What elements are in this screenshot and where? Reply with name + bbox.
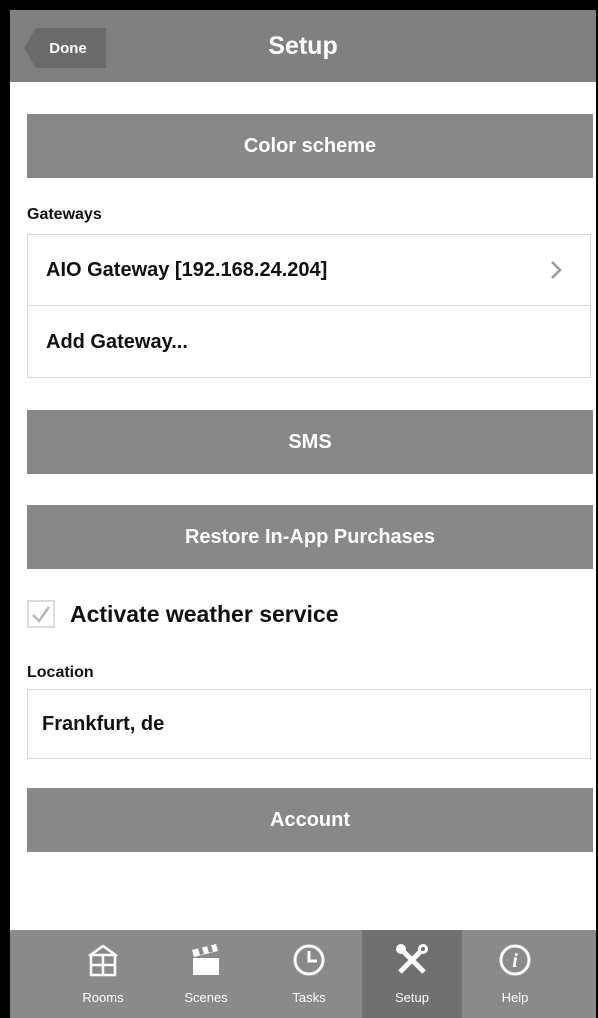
tab-tasks[interactable]: Tasks — [259, 930, 359, 1018]
info-icon: i — [499, 944, 531, 976]
weather-checkbox[interactable] — [27, 600, 55, 628]
tools-icon — [396, 944, 428, 974]
weather-service-label: Activate weather service — [70, 601, 339, 627]
gateway-item-label: AIO Gateway [192.168.24.204] — [46, 258, 328, 281]
house-icon — [88, 944, 118, 977]
setup-screen: Setup Done Color scheme Gateways AIO Gat… — [10, 10, 596, 1018]
add-gateway-label: Add Gateway... — [46, 331, 188, 353]
color-scheme-button[interactable]: Color scheme — [27, 114, 593, 178]
clock-icon — [293, 944, 325, 976]
tab-scenes-label: Scenes — [184, 990, 228, 1005]
tab-setup-label: Setup — [395, 990, 429, 1005]
gateway-list: AIO Gateway [192.168.24.204] Add Gateway… — [27, 234, 591, 378]
tab-help-label: Help — [501, 990, 529, 1005]
chevron-right-icon — [551, 261, 562, 279]
location-input[interactable] — [27, 689, 591, 759]
navbar: Setup Done — [10, 10, 596, 82]
tab-rooms-label: Rooms — [82, 990, 124, 1005]
tab-tasks-label: Tasks — [292, 990, 326, 1005]
restore-purchases-button[interactable]: Restore In-App Purchases — [27, 505, 593, 569]
tab-bar: Rooms Scenes Tasks Setup i Help — [10, 930, 596, 1018]
location-label: Location — [27, 664, 94, 681]
done-button[interactable]: Done — [24, 28, 106, 68]
sms-button[interactable]: SMS — [27, 410, 593, 474]
gateway-item-aio[interactable]: AIO Gateway [192.168.24.204] — [28, 235, 590, 306]
gateways-label: Gateways — [27, 206, 102, 223]
tab-rooms[interactable]: Rooms — [53, 930, 153, 1018]
tab-scenes[interactable]: Scenes — [156, 930, 256, 1018]
tab-setup[interactable]: Setup — [362, 930, 462, 1018]
add-gateway-item[interactable]: Add Gateway... — [28, 307, 590, 378]
tab-help[interactable]: i Help — [465, 930, 565, 1018]
svg-text:i: i — [512, 950, 518, 972]
clapperboard-icon — [192, 944, 219, 975]
account-button[interactable]: Account — [27, 788, 593, 852]
